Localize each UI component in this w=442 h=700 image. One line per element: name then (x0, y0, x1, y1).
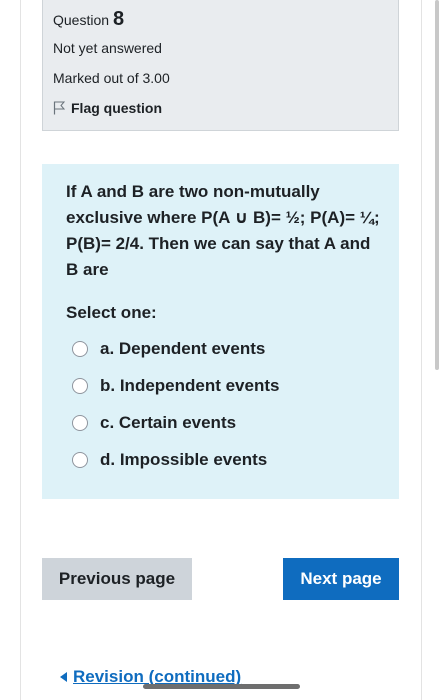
flag-question-link[interactable]: Flag question (53, 100, 388, 116)
answer-label: d. Impossible events (100, 449, 268, 469)
question-content: If A and B are two non-mutually exclusiv… (42, 164, 399, 499)
answer-prompt: Select one: (66, 303, 157, 322)
flag-question-label: Flag question (71, 100, 162, 116)
question-info-box: Question 8 Not yet answered Marked out o… (42, 0, 399, 131)
radio-button[interactable] (72, 340, 88, 357)
radio-button[interactable] (72, 414, 88, 431)
answer-option-c[interactable]: c. Certain events (66, 404, 379, 441)
answer-label: c. Certain events (100, 412, 237, 432)
home-indicator (143, 684, 300, 689)
answer-label: b. Independent events (100, 375, 280, 395)
question-heading-label: Question (53, 12, 110, 28)
question-text: If A and B are two non-mutually exclusiv… (66, 182, 380, 279)
radio-button[interactable] (72, 451, 88, 468)
question-state: Not yet answered (53, 40, 162, 56)
question-heading: Question 8 (53, 8, 388, 34)
next-page-button[interactable]: Next page (283, 558, 399, 600)
answer-option-a[interactable]: a. Dependent events (66, 330, 379, 367)
radio-button[interactable] (72, 377, 88, 394)
flag-icon (53, 101, 65, 115)
triangle-left-icon (60, 672, 67, 682)
answer-label: a. Dependent events (100, 338, 266, 358)
previous-page-button[interactable]: Previous page (42, 558, 192, 600)
question-grade: Marked out of 3.00 (53, 70, 170, 86)
answer-option-d[interactable]: d. Impossible events (66, 441, 379, 478)
answer-option-b[interactable]: b. Independent events (66, 367, 379, 404)
answer-list: a. Dependent events b. Independent event… (66, 330, 379, 478)
scrollbar[interactable] (435, 0, 439, 370)
question-number: 8 (113, 8, 125, 30)
